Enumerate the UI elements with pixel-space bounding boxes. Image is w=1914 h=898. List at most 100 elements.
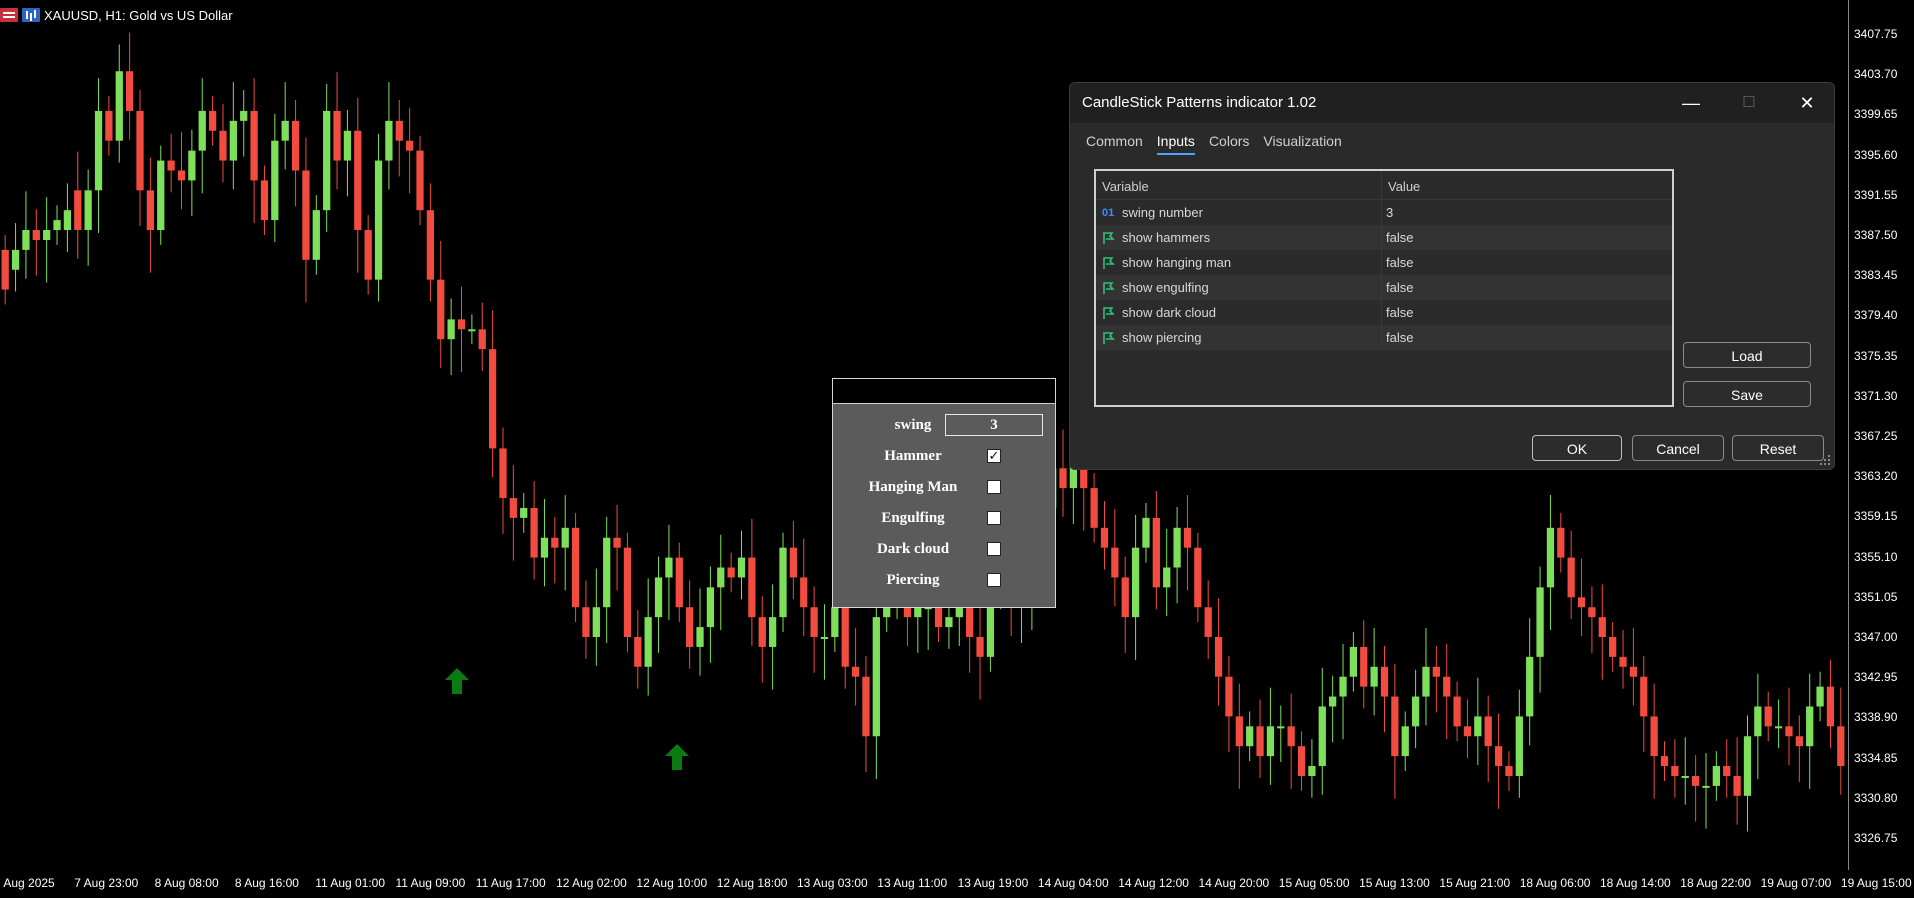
- candle-body: [820, 637, 829, 639]
- candle-body: [406, 140, 414, 151]
- candle-body: [1432, 666, 1440, 677]
- panel-option-checkbox[interactable]: ✓: [987, 449, 1001, 463]
- dialog-titlebar[interactable]: CandleStick Patterns indicator 1.02 — ☐ …: [1070, 83, 1834, 123]
- candle-body: [851, 666, 860, 677]
- candle-body: [333, 110, 341, 161]
- tab-common[interactable]: Common: [1086, 133, 1143, 155]
- reset-button[interactable]: Reset: [1732, 435, 1824, 461]
- price-tick-label: 3391.55: [1854, 187, 1898, 202]
- candle-body: [22, 230, 30, 250]
- candle-body: [126, 71, 134, 111]
- table-row[interactable]: 01 swing number 3: [1096, 200, 1672, 225]
- table-row[interactable]: show hammers false: [1096, 225, 1672, 250]
- candle-body: [302, 170, 310, 260]
- variable-value[interactable]: false: [1382, 275, 1672, 300]
- candle-body: [1349, 646, 1358, 677]
- candle-body: [1183, 527, 1192, 548]
- candle-body: [240, 110, 248, 121]
- time-tick-label: 19 Aug 07:00: [1760, 876, 1832, 890]
- candle-body: [789, 547, 797, 578]
- candle-body: [1629, 666, 1638, 677]
- time-tick-label: 7 Aug 2025: [0, 876, 55, 890]
- table-row[interactable]: show engulfing false: [1096, 275, 1672, 300]
- candle-body: [748, 557, 756, 618]
- candle-body: [1774, 726, 1783, 729]
- window-menu-icon[interactable]: [0, 8, 18, 22]
- column-header-value[interactable]: Value: [1382, 171, 1672, 199]
- panel-option-checkbox[interactable]: [987, 511, 1001, 525]
- minimize-icon[interactable]: —: [1668, 89, 1714, 117]
- candle-body: [281, 120, 289, 141]
- candle-body: [706, 587, 715, 628]
- table-header: Variable Value: [1096, 171, 1672, 200]
- candle-body: [488, 349, 497, 449]
- candle-body: [1598, 617, 1606, 637]
- cancel-button[interactable]: Cancel: [1632, 435, 1724, 461]
- variable-name: swing number: [1122, 205, 1203, 220]
- time-tick-label: 15 Aug 13:00: [1359, 876, 1430, 890]
- candle-body: [1318, 706, 1326, 767]
- save-button[interactable]: Save: [1683, 381, 1811, 407]
- candle-body: [457, 319, 466, 330]
- ok-button[interactable]: OK: [1532, 435, 1622, 461]
- candle-body: [1391, 696, 1399, 757]
- time-tick-label: 15 Aug 05:00: [1278, 876, 1350, 890]
- candle-body: [1422, 666, 1430, 697]
- resize-grip-icon[interactable]: [1820, 455, 1830, 465]
- swing-input[interactable]: 3: [945, 414, 1043, 436]
- panel-option-label: Hammer: [884, 447, 942, 464]
- variable-value[interactable]: false: [1382, 300, 1672, 325]
- tab-colors[interactable]: Colors: [1209, 133, 1249, 155]
- variable-value[interactable]: false: [1382, 325, 1672, 350]
- chart-type-icon[interactable]: [22, 8, 40, 22]
- variable-value[interactable]: 3: [1382, 200, 1672, 225]
- time-tick-label: 12 Aug 02:00: [556, 876, 627, 890]
- candle-body: [1609, 637, 1617, 657]
- tab-visualization[interactable]: Visualization: [1263, 133, 1341, 155]
- chart-title: XAUUSD, H1: Gold vs US Dollar: [44, 7, 233, 23]
- candle-body: [1743, 736, 1752, 796]
- candle-body: [1246, 726, 1254, 747]
- table-row[interactable]: show dark cloud false: [1096, 300, 1672, 325]
- indicator-panel: swing 3 Hammer ✓ Hanging Man Engulfing Dark …: [832, 378, 1056, 608]
- price-tick-label: 3383.45: [1854, 268, 1898, 283]
- close-icon[interactable]: ✕: [1784, 89, 1830, 117]
- panel-option-checkbox[interactable]: [987, 542, 1001, 556]
- time-tick-label: 18 Aug 06:00: [1519, 876, 1591, 890]
- time-tick-label: 13 Aug 19:00: [957, 876, 1029, 890]
- candle-body: [1380, 666, 1389, 697]
- tab-inputs[interactable]: Inputs: [1156, 133, 1196, 155]
- candle-body: [468, 329, 476, 332]
- indicator-panel-header[interactable]: [833, 379, 1055, 404]
- boolean-type-icon: [1103, 256, 1115, 269]
- candle-body: [136, 110, 144, 191]
- column-header-variable[interactable]: Variable: [1096, 171, 1382, 199]
- time-tick-label: 13 Aug 03:00: [797, 876, 868, 890]
- time-tick-label: 14 Aug 12:00: [1118, 876, 1189, 890]
- panel-option-row: Hanging Man: [833, 475, 1055, 499]
- integer-type-icon: 01: [1102, 206, 1115, 219]
- candle-body: [530, 507, 538, 558]
- candle-body: [1526, 656, 1534, 717]
- panel-option-checkbox[interactable]: [987, 480, 1001, 494]
- price-tick-label: 3330.80: [1854, 790, 1898, 805]
- variable-name: show hammers: [1122, 230, 1211, 245]
- candle-body: [623, 547, 632, 637]
- panel-option-checkbox[interactable]: [987, 573, 1001, 587]
- table-row[interactable]: show hanging man false: [1096, 250, 1672, 275]
- load-button[interactable]: Load: [1683, 342, 1811, 368]
- candle-body: [312, 210, 320, 260]
- candle-body: [509, 498, 517, 518]
- candle-body: [1650, 716, 1658, 757]
- variable-value[interactable]: false: [1382, 250, 1672, 275]
- candle-body: [644, 617, 652, 667]
- boolean-type-icon: [1103, 306, 1115, 319]
- candle-body: [94, 110, 103, 191]
- candle-body: [74, 190, 82, 231]
- time-tick-label: 11 Aug 01:00: [315, 876, 386, 890]
- candle-body: [1308, 766, 1316, 776]
- candle-body: [1329, 696, 1337, 707]
- maximize-icon[interactable]: ☐: [1726, 89, 1772, 117]
- variable-value[interactable]: false: [1382, 225, 1672, 250]
- table-row[interactable]: show piercing false: [1096, 325, 1672, 350]
